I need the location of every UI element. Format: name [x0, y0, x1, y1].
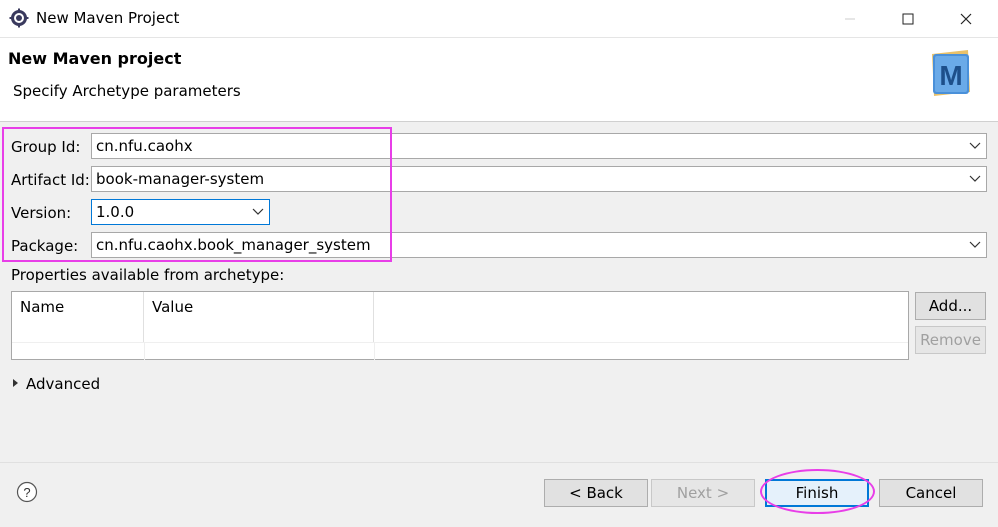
next-button[interactable]: Next > [651, 479, 755, 507]
back-button[interactable]: < Back [544, 479, 648, 507]
close-icon [960, 13, 972, 25]
advanced-section-toggle[interactable]: Advanced [26, 375, 100, 393]
minimize-icon [845, 18, 855, 20]
add-property-button[interactable]: Add... [915, 292, 986, 320]
properties-label: Properties available from archetype: [11, 266, 285, 284]
svg-text:M: M [939, 60, 962, 91]
minimize-button[interactable] [826, 0, 874, 38]
annotation-highlight-box [2, 127, 392, 262]
window-titlebar: New Maven Project [0, 0, 998, 38]
chevron-down-icon[interactable] [964, 134, 986, 158]
help-question-icon[interactable]: ? [16, 481, 38, 503]
page-subtitle: Specify Archetype parameters [13, 82, 241, 100]
svg-text:?: ? [23, 485, 30, 500]
chevron-down-icon[interactable] [964, 167, 986, 191]
column-divider [374, 342, 375, 360]
window-title: New Maven Project [36, 9, 180, 27]
page-title: New Maven project [8, 49, 182, 68]
table-row-divider [12, 342, 908, 343]
column-header-value[interactable]: Value [144, 292, 374, 342]
properties-table[interactable]: Name Value [11, 291, 909, 360]
cancel-button[interactable]: Cancel [879, 479, 983, 507]
maven-m-logo: M [932, 50, 970, 96]
wizard-header: New Maven project Specify Archetype para… [0, 38, 998, 122]
maximize-icon [902, 13, 914, 25]
maximize-button[interactable] [884, 0, 932, 38]
remove-property-button[interactable]: Remove [915, 326, 986, 354]
chevron-down-icon[interactable] [964, 233, 986, 257]
eclipse-gear-icon [9, 8, 29, 28]
column-header-name[interactable]: Name [12, 292, 144, 342]
expand-triangle-icon[interactable] [11, 376, 21, 390]
close-button[interactable] [942, 0, 990, 38]
annotation-finish-ring [760, 469, 875, 514]
column-divider [144, 342, 145, 360]
footer-separator [0, 462, 998, 463]
